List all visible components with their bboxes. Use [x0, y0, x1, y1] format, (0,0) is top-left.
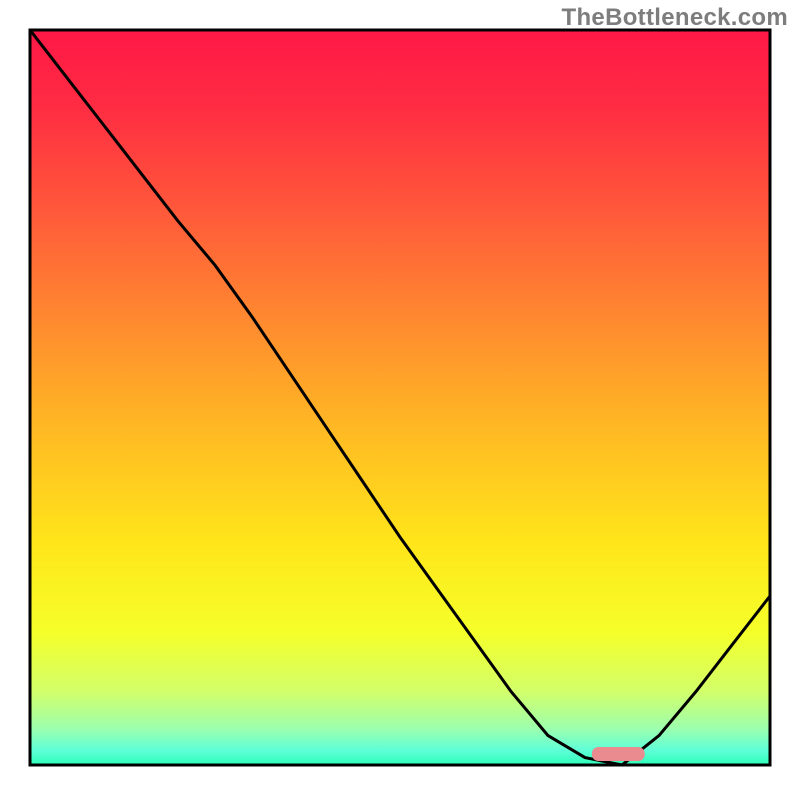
watermark-label: TheBottleneck.com [562, 4, 788, 32]
optimal-marker [592, 747, 644, 760]
bottleneck-chart [0, 0, 800, 800]
chart-container: TheBottleneck.com [0, 0, 800, 800]
plot-background [30, 30, 770, 765]
